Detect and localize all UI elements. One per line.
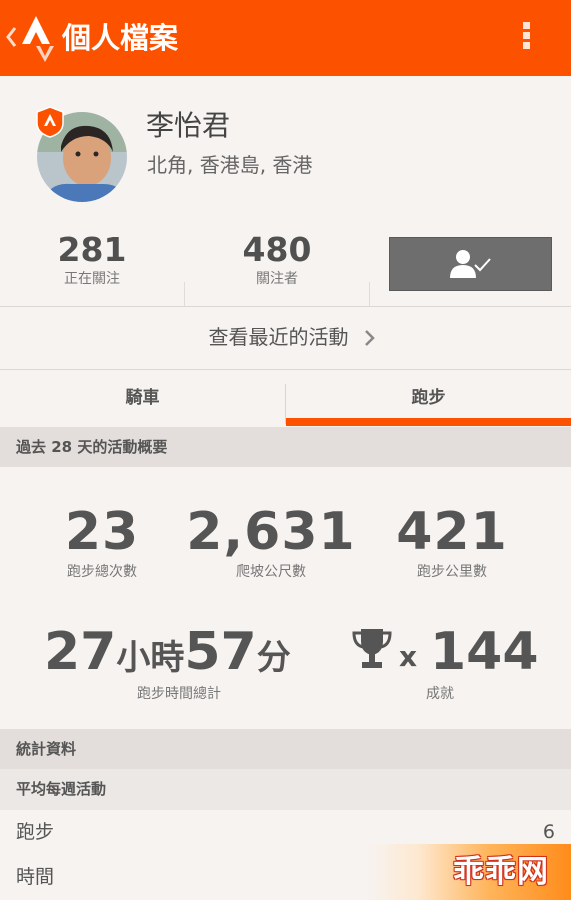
time-minutes-unit: 分 xyxy=(256,638,291,678)
summary-stats: 23 跑步總次數 2,631 爬坡公尺數 421 跑步公里數 27小時57分 跑… xyxy=(0,467,571,729)
distance-stat: 421 跑步公里數 xyxy=(370,501,534,581)
achievements-stat: x 144 xyxy=(352,619,552,685)
time-minutes: 57 xyxy=(184,622,257,682)
followers-count: 480 xyxy=(242,230,312,269)
weekly-average-header: 平均每週活動 xyxy=(0,769,571,810)
elevation-stat: 2,631 爬坡公尺數 xyxy=(186,501,356,581)
distance-label: 跑步公里數 xyxy=(417,564,487,580)
summary-header-label: 過去 28 天的活動概要 xyxy=(16,438,168,456)
watermark-text: 乖乖网 xyxy=(453,854,549,890)
achievements-value: 144 xyxy=(430,622,539,682)
total-runs-value: 23 xyxy=(64,502,140,562)
stats-header-label: 統計資料 xyxy=(16,740,77,758)
trophy-icon xyxy=(352,629,392,668)
weekly-average-label: 平均每週活動 xyxy=(16,780,107,798)
following-stat[interactable]: 281 正在關注 xyxy=(0,230,184,288)
sport-tabs: 騎車 跑步 xyxy=(0,370,571,427)
recent-activity-label: 查看最近的活動 xyxy=(208,325,349,349)
chevron-left-icon[interactable] xyxy=(4,22,18,52)
achievements-prefix: x xyxy=(399,640,418,673)
following-count: 281 xyxy=(57,230,127,269)
total-runs-label: 跑步總次數 xyxy=(67,564,137,580)
recent-activity-link[interactable]: 查看最近的活動 xyxy=(0,307,571,369)
athlete-name: 李怡君 xyxy=(146,109,231,142)
time-hours-unit: 小時 xyxy=(116,638,185,678)
total-runs-stat: 23 跑步總次數 xyxy=(20,501,184,581)
followers-stat[interactable]: 480 關注者 xyxy=(185,230,369,288)
divider xyxy=(369,282,370,306)
tab-ride[interactable]: 騎車 xyxy=(0,370,285,427)
time-hours: 27 xyxy=(44,622,117,682)
stats-row-label: 時間 xyxy=(16,866,55,888)
elevation-label: 爬坡公尺數 xyxy=(236,564,306,580)
total-time-stat: 27小時57分 xyxy=(44,619,314,685)
watermark: 乖乖网 xyxy=(367,844,571,900)
person-check-icon xyxy=(450,250,491,278)
selected-tab-indicator xyxy=(286,418,571,426)
total-time-caption: 跑步時間總計 xyxy=(44,685,314,703)
overflow-menu-icon[interactable] xyxy=(518,20,534,56)
athlete-location: 北角, 香港島, 香港 xyxy=(147,153,313,177)
app-bar: 個人檔案 xyxy=(0,0,571,76)
elevation-value: 2,631 xyxy=(186,502,356,562)
page-title: 個人檔案 xyxy=(62,21,179,55)
stats-header: 統計資料 xyxy=(0,729,571,769)
following-label: 正在關注 xyxy=(64,271,120,287)
distance-value: 421 xyxy=(396,502,508,562)
stats-row-label: 跑步 xyxy=(16,821,55,843)
achievements-caption: 成就 xyxy=(370,685,510,703)
following-button[interactable] xyxy=(389,237,552,291)
summary-header: 過去 28 天的活動概要 xyxy=(0,427,571,467)
premium-shield-icon xyxy=(36,106,64,138)
chevron-right-icon xyxy=(365,330,375,346)
followers-label: 關注者 xyxy=(256,271,298,287)
achievements-label: 成就 xyxy=(426,686,454,702)
strava-logo-icon[interactable] xyxy=(18,14,54,62)
total-time-label: 跑步時間總計 xyxy=(137,686,221,702)
profile-header: 李怡君 北角, 香港島, 香港 281 正在關注 480 關注者 xyxy=(0,76,571,306)
